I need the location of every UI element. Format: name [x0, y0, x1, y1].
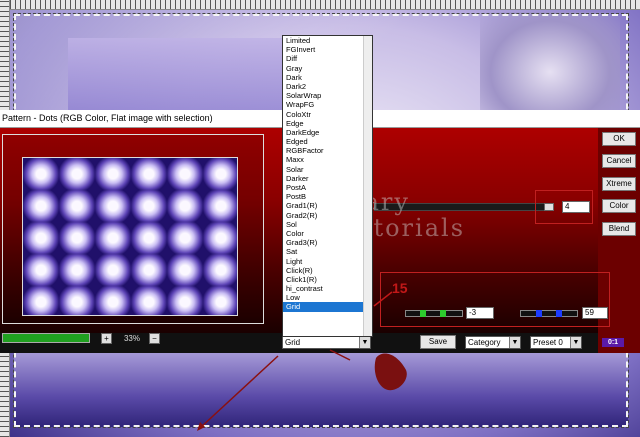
- dropdown-option[interactable]: Low: [283, 293, 372, 302]
- blend-button[interactable]: Blend: [602, 222, 636, 236]
- preview-image[interactable]: [22, 157, 238, 316]
- cancel-button[interactable]: Cancel: [602, 154, 636, 168]
- dropdown-option[interactable]: ColoXtr: [283, 110, 372, 119]
- slider-2-mark-b: [440, 310, 446, 317]
- blend-mode-select[interactable]: Grid ▼: [282, 336, 371, 349]
- slider-3-mark-b: [556, 310, 562, 317]
- dropdown-option[interactable]: Light: [283, 257, 372, 266]
- step-number: 15: [392, 280, 408, 296]
- highlight-box: [535, 190, 593, 224]
- dropdown-option[interactable]: FGInvert: [283, 45, 372, 54]
- color-button[interactable]: Color: [602, 199, 636, 213]
- slider-3-value[interactable]: 59: [582, 307, 608, 319]
- xtreme-button[interactable]: Xtreme: [602, 177, 636, 191]
- blend-mode-value: Grid: [285, 338, 301, 347]
- dropdown-option[interactable]: RGBFactor: [283, 146, 372, 155]
- slider-3[interactable]: [520, 310, 578, 317]
- slider-2-mark-a: [420, 310, 426, 317]
- preset-value: Preset 0: [533, 338, 563, 347]
- dropdown-option[interactable]: Darker: [283, 174, 372, 183]
- progress-bar: [2, 333, 90, 343]
- save-button[interactable]: Save: [420, 335, 456, 349]
- zoom-out-button[interactable]: −: [149, 333, 160, 344]
- dropdown-option[interactable]: Dark: [283, 73, 372, 82]
- dropdown-option[interactable]: WrapFG: [283, 100, 372, 109]
- dropdown-option[interactable]: hi_contrast: [283, 284, 372, 293]
- dropdown-option[interactable]: Grid: [283, 302, 372, 312]
- category-value: Category: [468, 338, 501, 347]
- slider-2-value[interactable]: -3: [466, 307, 494, 319]
- zoom-in-button[interactable]: +: [101, 333, 112, 344]
- dropdown-option[interactable]: SolarWrap: [283, 91, 372, 100]
- highlight-panel: [380, 272, 610, 327]
- dropdown-option[interactable]: Gray: [283, 64, 372, 73]
- dropdown-option[interactable]: Click(R): [283, 266, 372, 275]
- dropdown-option[interactable]: Grad1(R): [283, 201, 372, 210]
- horizontal-ruler: [0, 0, 640, 10]
- ok-button[interactable]: OK: [602, 132, 636, 146]
- zoom-level: 33%: [123, 334, 140, 343]
- dropdown-option[interactable]: Grad3(R): [283, 238, 372, 247]
- preset-select[interactable]: Preset 0 ▼: [530, 336, 582, 349]
- dropdown-option[interactable]: PostB: [283, 192, 372, 201]
- dropdown-scrollbar[interactable]: [363, 36, 372, 336]
- dropdown-option[interactable]: PostA: [283, 183, 372, 192]
- dropdown-option[interactable]: Diff: [283, 54, 372, 63]
- dropdown-option[interactable]: Limited: [283, 36, 372, 45]
- dropdown-option[interactable]: Click1(R): [283, 275, 372, 284]
- chevron-down-icon[interactable]: ▼: [570, 337, 581, 348]
- chevron-down-icon[interactable]: ▼: [509, 337, 520, 348]
- plugin-logo: 0:1: [602, 338, 624, 347]
- category-select[interactable]: Category ▼: [465, 336, 521, 349]
- dropdown-option[interactable]: Maxx: [283, 155, 372, 164]
- dialog-title: Pattern - Dots (RGB Color, Flat image wi…: [2, 113, 213, 123]
- dropdown-option[interactable]: Sol: [283, 220, 372, 229]
- dropdown-option[interactable]: Edged: [283, 137, 372, 146]
- dropdown-option[interactable]: Edge: [283, 119, 372, 128]
- blend-mode-dropdown[interactable]: Limited FGInvert Diff Gray Dark Dark2 SolarWra…: [282, 35, 373, 337]
- dropdown-option[interactable]: Dark2: [283, 82, 372, 91]
- dropdown-option[interactable]: Color: [283, 229, 372, 238]
- slider-3-mark-a: [536, 310, 542, 317]
- slider-2[interactable]: [405, 310, 463, 317]
- dropdown-option[interactable]: Sat: [283, 247, 372, 256]
- dropdown-option[interactable]: DarkEdge: [283, 128, 372, 137]
- dropdown-option[interactable]: Grad2(R): [283, 211, 372, 220]
- chevron-down-icon[interactable]: ▼: [359, 337, 370, 348]
- dropdown-option[interactable]: Solar: [283, 165, 372, 174]
